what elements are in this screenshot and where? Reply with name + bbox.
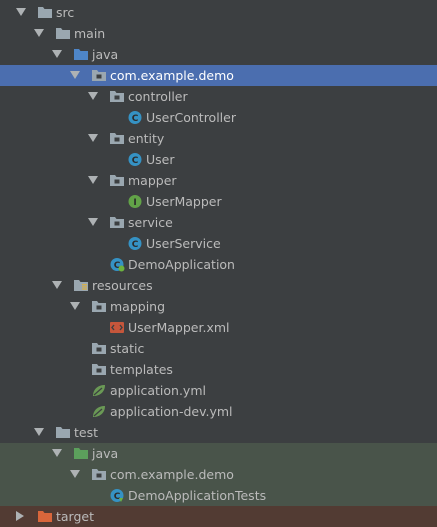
- tree-node[interactable]: C User: [0, 149, 437, 170]
- expand-arrow-icon[interactable]: [88, 218, 98, 226]
- expand-arrow-icon[interactable]: [70, 470, 80, 478]
- tree-node-label: templates: [110, 362, 173, 377]
- interface-icon: I: [127, 194, 143, 209]
- tree-node-label: resources: [92, 278, 153, 293]
- class-icon: C: [127, 110, 143, 125]
- xml-file-icon: [109, 320, 125, 335]
- tree-node-label: controller: [128, 89, 188, 104]
- tree-node-label: entity: [128, 131, 165, 146]
- tree-node[interactable]: I UserMapper: [0, 191, 437, 212]
- project-tree: src main java com.example.demo controller C Us…: [0, 0, 437, 527]
- svg-text:C: C: [132, 114, 139, 124]
- expand-arrow-icon[interactable]: [52, 449, 62, 457]
- package-icon: [91, 341, 107, 356]
- tree-node-label: application.yml: [110, 383, 206, 398]
- package-icon: [91, 467, 107, 482]
- tree-node-label: DemoApplication: [128, 257, 235, 272]
- spring-yml-icon: [91, 383, 107, 398]
- tree-node-label: test: [74, 425, 99, 440]
- tree-node-label: src: [56, 5, 75, 20]
- test-class-icon: C: [109, 488, 125, 503]
- tree-node[interactable]: C UserController: [0, 107, 437, 128]
- expand-arrow-icon[interactable]: [70, 71, 80, 79]
- tree-node[interactable]: test: [0, 422, 437, 443]
- tree-node[interactable]: static: [0, 338, 437, 359]
- tree-node[interactable]: java: [0, 44, 437, 65]
- tree-node[interactable]: C DemoApplication: [0, 254, 437, 275]
- tree-node-label: target: [56, 509, 95, 524]
- class-icon: C: [127, 152, 143, 167]
- folder-icon: [37, 5, 53, 20]
- tree-node-label: DemoApplicationTests: [128, 488, 267, 503]
- tree-node-label: java: [92, 446, 119, 461]
- tree-node-label: mapping: [110, 299, 166, 314]
- tree-node-label: User: [146, 152, 175, 167]
- expand-arrow-icon[interactable]: [88, 134, 98, 142]
- tree-node-label: service: [128, 215, 173, 230]
- expand-arrow-icon[interactable]: [52, 281, 62, 289]
- source-root-folder-icon: [73, 47, 89, 62]
- expand-arrow-icon[interactable]: [88, 176, 98, 184]
- folder-icon: [55, 425, 71, 440]
- expand-arrow-icon[interactable]: [52, 50, 62, 58]
- package-icon: [91, 362, 107, 377]
- tree-node-label: UserMapper.xml: [128, 320, 230, 335]
- collapse-arrow-icon[interactable]: [16, 511, 24, 521]
- tree-node-label: UserService: [146, 236, 221, 251]
- tree-node[interactable]: application-dev.yml: [0, 401, 437, 422]
- tree-node-label: main: [74, 26, 106, 41]
- tree-node[interactable]: service: [0, 212, 437, 233]
- tree-node-label: static: [110, 341, 145, 356]
- package-icon: [109, 89, 125, 104]
- tree-node[interactable]: entity: [0, 128, 437, 149]
- package-icon: [91, 299, 107, 314]
- package-icon: [109, 173, 125, 188]
- tree-node[interactable]: controller: [0, 86, 437, 107]
- tree-node-label: mapper: [128, 173, 177, 188]
- svg-text:C: C: [114, 492, 121, 502]
- package-icon: [91, 68, 107, 83]
- tree-node-label: UserMapper: [146, 194, 222, 209]
- spring-yml-icon: [91, 404, 107, 419]
- svg-text:C: C: [132, 240, 139, 250]
- tree-node-label: com.example.demo: [110, 467, 234, 482]
- tree-node[interactable]: application.yml: [0, 380, 437, 401]
- package-icon: [109, 215, 125, 230]
- test-source-root-folder-icon: [73, 446, 89, 461]
- class-icon: C: [127, 236, 143, 251]
- tree-node[interactable]: templates: [0, 359, 437, 380]
- tree-node[interactable]: mapping: [0, 296, 437, 317]
- expand-arrow-icon[interactable]: [34, 29, 44, 37]
- tree-node-label: com.example.demo: [110, 68, 234, 83]
- expand-arrow-icon[interactable]: [88, 92, 98, 100]
- tree-node[interactable]: java: [0, 443, 437, 464]
- expand-arrow-icon[interactable]: [16, 8, 26, 16]
- tree-node[interactable]: mapper: [0, 170, 437, 191]
- folder-icon: [55, 26, 71, 41]
- expand-arrow-icon[interactable]: [34, 428, 44, 436]
- tree-node[interactable]: src: [0, 2, 437, 23]
- tree-node[interactable]: target: [0, 506, 437, 527]
- tree-node-label: UserController: [146, 110, 236, 125]
- tree-node[interactable]: C UserService: [0, 233, 437, 254]
- tree-node-label: application-dev.yml: [110, 404, 233, 419]
- tree-node[interactable]: com.example.demo: [0, 65, 437, 86]
- svg-text:C: C: [132, 156, 139, 166]
- excluded-folder-icon: [37, 509, 53, 524]
- package-icon: [109, 131, 125, 146]
- svg-text:I: I: [133, 198, 136, 208]
- tree-node[interactable]: UserMapper.xml: [0, 317, 437, 338]
- tree-node[interactable]: com.example.demo: [0, 464, 437, 485]
- tree-node-label: java: [92, 47, 119, 62]
- spring-boot-class-icon: C: [109, 257, 125, 272]
- resources-root-folder-icon: [73, 278, 89, 293]
- tree-node[interactable]: C DemoApplicationTests: [0, 485, 437, 506]
- expand-arrow-icon[interactable]: [70, 302, 80, 310]
- tree-node[interactable]: main: [0, 23, 437, 44]
- tree-node[interactable]: resources: [0, 275, 437, 296]
